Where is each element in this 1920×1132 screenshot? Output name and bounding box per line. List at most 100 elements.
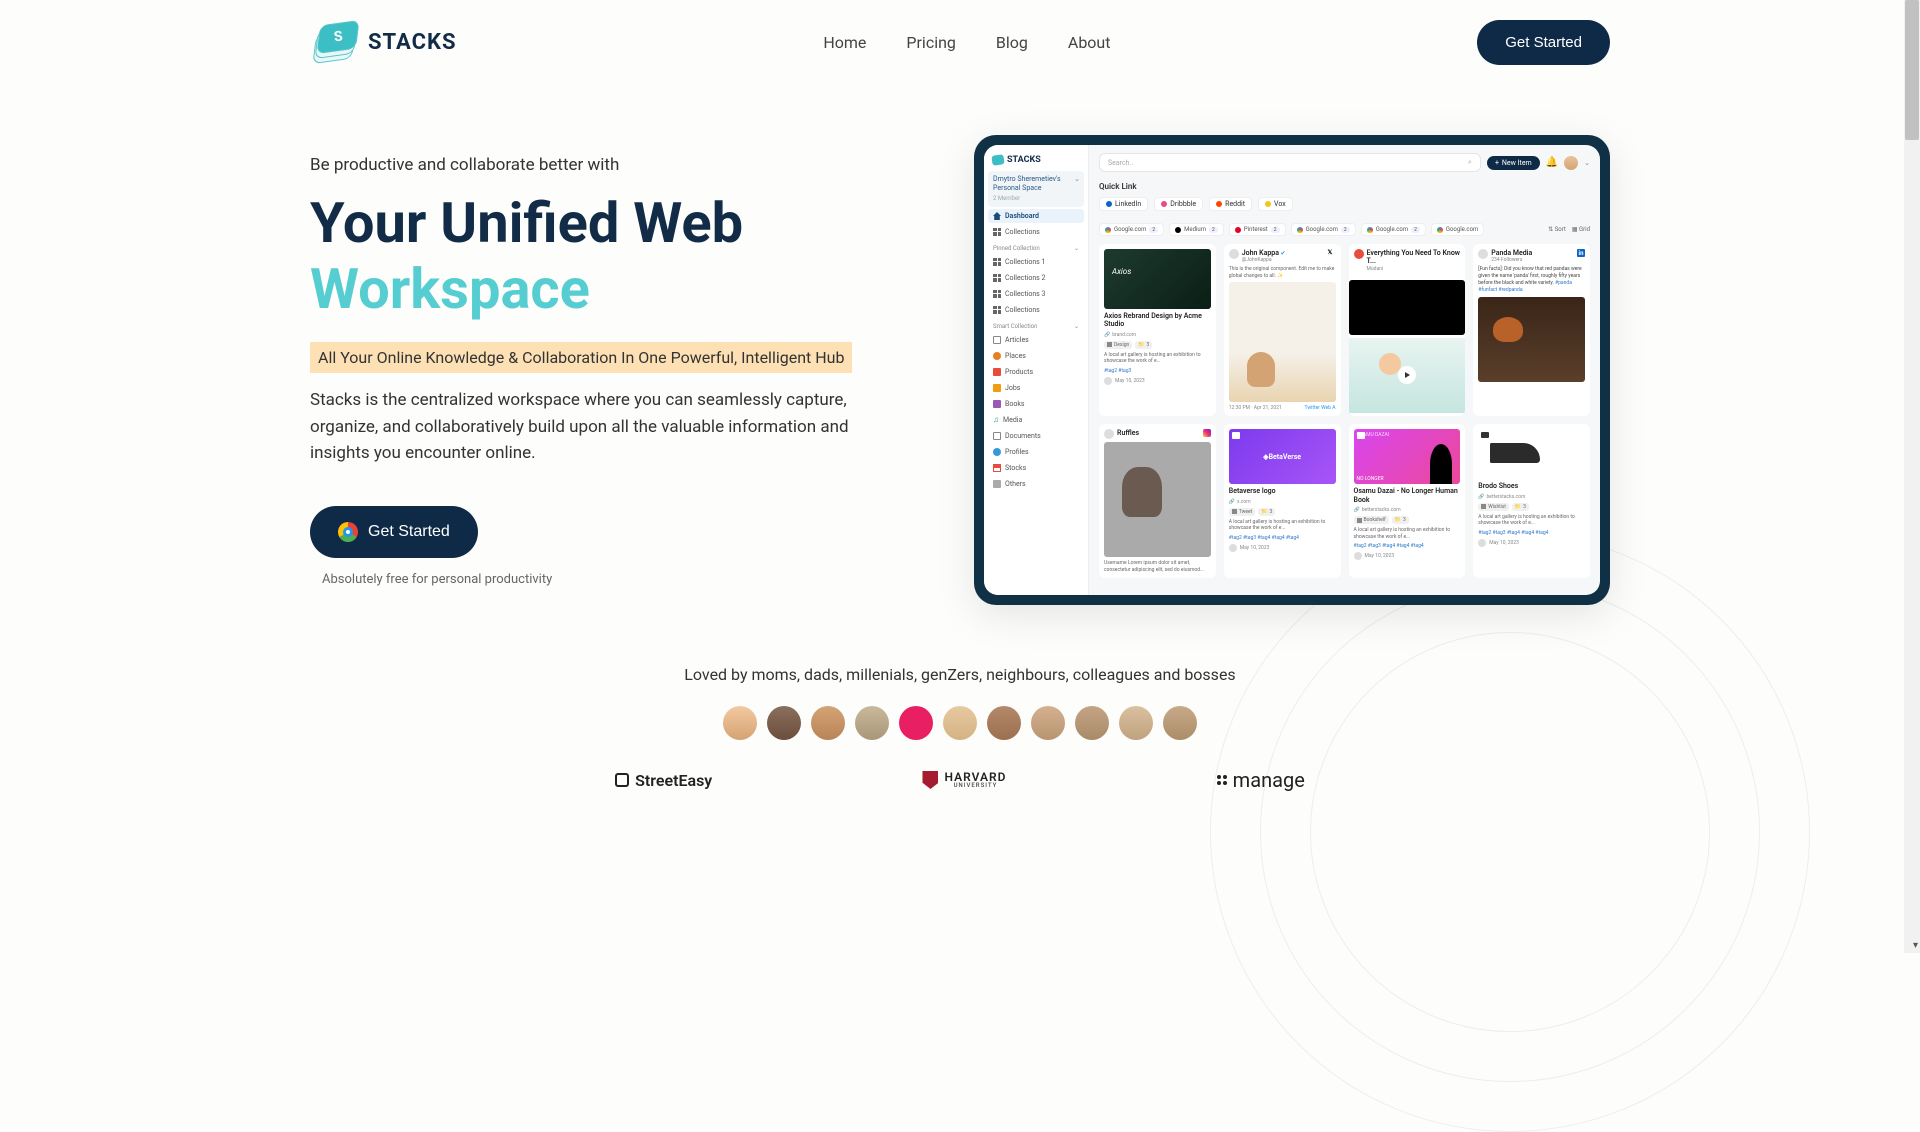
scrollbar-thumb[interactable] [1905,0,1919,140]
user-avatar [811,706,845,740]
folder-icon [1232,432,1240,439]
user-avatar [899,706,933,740]
chevron-down-icon[interactable]: ⌄ [1074,323,1079,330]
sidebar-smart-places[interactable]: Places [988,349,1084,363]
sidebar-pinned-2[interactable]: Collections 2 [988,271,1084,285]
filter-google-1[interactable]: Google.com2 [1099,223,1164,236]
hero-highlight: All Your Online Knowledge & Collaboratio… [310,342,852,373]
card-image [1104,249,1211,309]
card-dog[interactable]: Ruffles Username Lorem ipsum dolor sit a… [1099,424,1216,578]
sidebar-smart-articles[interactable]: Articles [988,333,1084,347]
chrome-icon [338,522,358,542]
nav-blog[interactable]: Blog [996,33,1028,52]
filter-pinterest[interactable]: Pinterest2 [1229,223,1286,236]
other-icon [993,480,1001,488]
card-axios[interactable]: Axios Rebrand Design by Acme Studio 🔗 br… [1099,244,1216,416]
nav-pricing[interactable]: Pricing [906,33,956,52]
hero-subtext: Absolutely free for personal productivit… [322,572,934,587]
sidebar-item-collections[interactable]: Collections [988,225,1084,239]
avatar [1229,249,1239,259]
tag-design: Design [1104,341,1132,349]
user-avatar [1119,706,1153,740]
sidebar-smart-books[interactable]: Books [988,397,1084,411]
pinterest-icon [1235,227,1241,233]
card-panda[interactable]: Panda Media 234 Followers in [Fun facts]… [1473,244,1590,416]
sidebar-smart-stocks[interactable]: Stocks [988,461,1084,475]
avatar-row [310,706,1610,740]
home-icon [993,212,1001,220]
hero-description: Stacks is the centralized workspace wher… [310,387,870,466]
streeteasy-icon [615,773,629,787]
filter-google-2[interactable]: Google.com2 [1291,223,1356,236]
card-tweet[interactable]: John Kappa ✔ @JohnKappa 𝕏 This is the or… [1224,244,1341,416]
card-osamu[interactable]: OSAMU DAZAI NO LONGER Osamu Dazai - No L… [1349,424,1466,578]
sidebar-item-dashboard[interactable]: Dashboard [988,209,1084,223]
bell-icon[interactable]: 🔔 [1546,157,1558,168]
manage-icon [1217,775,1227,785]
user-avatar[interactable] [1564,156,1578,170]
sort-button[interactable]: ⇅ Sort [1548,226,1566,233]
play-icon [1523,445,1541,463]
nav-home[interactable]: Home [823,33,866,52]
get-started-hero-button[interactable]: Get Started [310,506,478,558]
nav-about[interactable]: About [1068,33,1111,52]
scrollbar-track[interactable]: ▾ [1904,0,1920,953]
quicklink-reddit[interactable]: Reddit [1209,197,1252,211]
collection-icon [993,258,1001,266]
avatar [1478,249,1488,259]
get-started-header-button[interactable]: Get Started [1477,20,1610,65]
reddit-icon [1216,201,1222,207]
dribbble-icon [1161,201,1167,207]
sidebar-smart-others[interactable]: Others [988,477,1084,491]
search-input[interactable]: Search.. ⌕ [1099,153,1481,172]
card-shoe[interactable]: Brodo Shoes 🔗 betterstacks.com Wishlist📁… [1473,424,1590,578]
grid-view-button[interactable]: ▦ Grid [1572,226,1590,233]
brand-logo[interactable]: STACKS [310,23,457,63]
sidebar-pinned-3[interactable]: Collections 3 [988,287,1084,301]
card-image [1478,429,1585,479]
quicklink-dribbble[interactable]: Dribbble [1154,197,1203,211]
logo-manage: manage [1217,768,1305,792]
linkedin-icon: in [1577,249,1585,257]
chevron-down-icon[interactable]: ⌄ [1074,245,1079,252]
product-icon [993,368,1001,376]
hero-title-line2: Workspace [310,259,934,321]
quicklink-linkedin[interactable]: LinkedIn [1099,197,1148,211]
new-item-button[interactable]: +New Item [1487,156,1540,170]
sidebar-pinned-4[interactable]: Collections [988,303,1084,317]
logo-streeteasy: StreetEasy [615,771,712,790]
sidebar-smart-jobs[interactable]: Jobs [988,381,1084,395]
linkedin-icon [1106,201,1112,207]
sidebar-smart-documents[interactable]: Documents [988,429,1084,443]
sidebar-smart-media[interactable]: ♫Media [988,413,1084,427]
chart-icon [993,464,1001,472]
article-icon [993,336,1001,344]
social-proof-text: Loved by moms, dads, millenials, genZers… [310,665,1610,684]
quicklink-vox[interactable]: Vox [1258,197,1293,211]
app-screenshot-frame: STACKS Dmytro Sheremetiev's Personal Spa… [974,135,1610,605]
collection-icon [993,274,1001,282]
workspace-selector[interactable]: Dmytro Sheremetiev's Personal Space ⌄ 2 … [988,171,1084,207]
sidebar-section-smart: Smart Collection⌄ [988,319,1084,331]
chevron-down-icon[interactable]: ⌄ [1584,159,1590,167]
user-avatar [767,706,801,740]
scroll-down-icon[interactable]: ▾ [1913,940,1918,951]
card-image [1229,282,1336,402]
logo-harvard: HARVARDUNIVERSITY [922,771,1006,789]
filter-google-4[interactable]: Google.com [1431,223,1484,236]
filter-medium[interactable]: Medium2 [1169,223,1224,236]
book-icon [993,400,1001,408]
filter-google-3[interactable]: Google.com2 [1361,223,1426,236]
cta-label: Get Started [368,523,450,541]
vox-icon [1265,201,1271,207]
hero-title-line1: Your Unified Web [310,193,934,255]
sidebar-smart-products[interactable]: Products [988,365,1084,379]
harvard-shield-icon [922,771,938,789]
sidebar-pinned-1[interactable]: Collections 1 [988,255,1084,269]
quick-link-title: Quick Link [1099,182,1590,191]
plus-icon: + [1495,159,1499,167]
user-avatar [723,706,757,740]
sidebar-smart-profiles[interactable]: Profiles [988,445,1084,459]
card-betaverse[interactable]: ◈ BetaVerse Betaverse logo 🔗 x.com Tweet… [1224,424,1341,578]
card-video[interactable]: Everything You Need To Know T... Mudani [1349,244,1466,416]
